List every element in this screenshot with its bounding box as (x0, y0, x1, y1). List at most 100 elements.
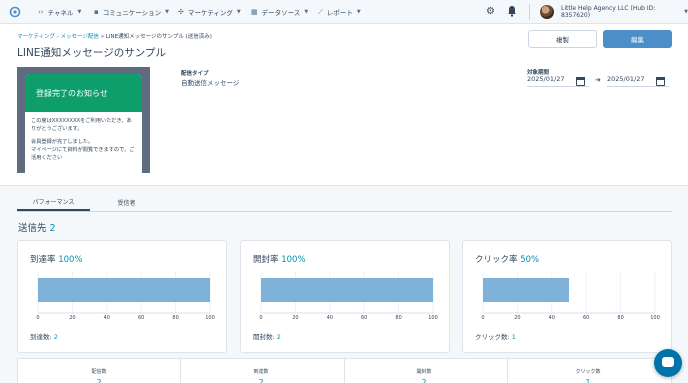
nav-item-label: レポート (326, 9, 353, 17)
chart-tick-label: 80 (395, 315, 401, 321)
metric-card-click: クリック率 50% 0 20 40 60 80 100 クリック数: 1 (462, 240, 672, 353)
avatar[interactable] (540, 5, 554, 19)
chevron-down-icon: ▼ (356, 9, 361, 15)
breadcrumb: マーケティング - メッセージ配信 » LINE通知メッセージのサンプル (送信… (17, 34, 212, 40)
card-footer: 到達数: 2 (30, 331, 58, 341)
stat-divider (344, 358, 345, 383)
delivery-type-value: 自動送信メッセージ (181, 79, 240, 87)
chart-bar (483, 278, 569, 302)
stat-label: 到達数 (253, 369, 269, 375)
click-rate-chart: 0 20 40 60 80 100 (481, 271, 660, 321)
card-foot-value: 2 (276, 333, 281, 341)
chat-icon: ▪ (94, 8, 99, 16)
card-foot-label: 開封数: (253, 333, 275, 341)
nav-item-label: チャネル (47, 9, 74, 17)
chevron-down-icon: ▼ (684, 9, 688, 15)
calendar-icon[interactable] (656, 77, 665, 86)
top-nav: ‹› チャネル ▼ ▪ コミュニケーション ▼ ✣ マーケティング ▼ ▦ デー… (0, 0, 688, 24)
tab-divider (17, 211, 672, 212)
stat-value: 2 (421, 378, 427, 383)
chevron-down-icon: ▼ (304, 9, 309, 15)
chart-tick-label: 20 (69, 315, 75, 321)
gear-icon[interactable]: ⚙ (486, 6, 495, 17)
nav-item-channel[interactable]: ‹› チャネル ▼ (38, 0, 81, 24)
chat-launcher-button[interactable] (654, 349, 682, 377)
chart-tick-label: 0 (259, 315, 262, 321)
breadcrumb-link-marketing[interactable]: マーケティング (17, 34, 55, 40)
megaphone-icon: ✣ (178, 8, 184, 16)
delivery-rate-chart: 0 20 40 60 80 100 (36, 271, 215, 321)
report-icon: ⟋ (318, 7, 323, 16)
preview-text: この度はXXXXXXXXをご利用いただき、ありがとうございます。 (31, 118, 132, 132)
bell-icon[interactable] (507, 5, 517, 17)
chart-tick-label: 40 (549, 315, 555, 321)
open-rate-chart: 0 20 40 60 80 100 (259, 271, 438, 321)
chart-tick-label: 100 (428, 315, 438, 321)
chart-tick-label: 80 (617, 315, 623, 321)
stat-label: 配信数 (91, 369, 107, 375)
chart-tick-label: 40 (104, 315, 110, 321)
stat-divider (180, 358, 181, 383)
breadcrumb-link-message[interactable]: メッセージ配信 (61, 34, 99, 40)
sent-count: 2 (49, 223, 56, 234)
copy-button[interactable]: 複製 (528, 30, 597, 48)
stat-divider (507, 358, 508, 383)
account-menu[interactable]: Little Help Agency LLC (Hub ID: 8357620)… (561, 0, 688, 24)
nav-item-report[interactable]: ⟋ レポート ▼ (318, 0, 361, 24)
stat-label: 開封数 (416, 369, 432, 375)
card-foot-value: 2 (53, 333, 58, 341)
breadcrumb-current: LINE通知メッセージのサンプル (送信済み) (105, 34, 212, 40)
stat-value: 1 (585, 378, 591, 383)
delivery-type-label: 配信タイプ (181, 71, 209, 77)
chart-tick-label: 60 (138, 315, 144, 321)
chart-tick-label: 20 (292, 315, 298, 321)
page-title: LINE通知メッセージのサンプル (17, 47, 166, 59)
chart-tick-label: 80 (172, 315, 178, 321)
preview-header: 登録完了のお知らせ (25, 74, 142, 112)
chevron-down-icon: ▼ (77, 9, 82, 15)
sent-label: 送信先 (18, 223, 47, 234)
preview-body: この度はXXXXXXXXをご利用いただき、ありがとうございます。 会員登録が完了… (25, 112, 142, 167)
nav-item-label: コミュニケーション (102, 9, 162, 17)
arrow-right-icon: ➔ (595, 76, 601, 84)
chart-tick-label: 100 (205, 315, 215, 321)
chart-tick-label: 100 (650, 315, 660, 321)
stat-value: 2 (96, 378, 102, 383)
tab-recipients[interactable]: 受信者 (90, 193, 163, 211)
nav-divider (529, 4, 530, 20)
preview-text: マイページにて資料が閲覧できますので、ご活用ください (31, 147, 135, 161)
chart-bar (38, 278, 210, 302)
message-preview: 登録完了のお知らせ この度はXXXXXXXXをご利用いただき、ありがとうございま… (17, 67, 150, 173)
stat-value: 2 (258, 378, 264, 383)
sent-count-heading: 送信先 2 (18, 220, 56, 234)
chart-tick-label: 60 (583, 315, 589, 321)
nav-item-datasource[interactable]: ▦ データソース ▼ (251, 0, 308, 24)
chart-tick-label: 40 (327, 315, 333, 321)
chevron-down-icon: ▼ (236, 9, 241, 15)
broadcast-icon: ‹› (38, 8, 44, 16)
card-foot-value: 1 (511, 333, 516, 341)
tab-performance[interactable]: パフォーマンス (17, 193, 90, 211)
card-footer: クリック数: 1 (475, 331, 516, 341)
metric-card-open: 開封率 100% 0 20 40 60 80 100 開封数: 2 (240, 240, 450, 353)
chart-tick-label: 20 (514, 315, 520, 321)
start-date-value: 2025/01/27 (527, 75, 565, 83)
chart-bar (261, 278, 433, 302)
card-foot-label: 到達数: (30, 333, 52, 341)
database-icon: ▦ (251, 8, 258, 16)
preview-card: 登録完了のお知らせ この度はXXXXXXXXをご利用いただき、ありがとうございま… (25, 74, 142, 173)
calendar-icon[interactable] (576, 77, 585, 86)
metric-card-delivery: 到達率 100% 0 20 40 60 80 100 到達数: 2 (17, 240, 227, 353)
chevron-down-icon: ▼ (165, 9, 169, 15)
card-footer: 開封数: 2 (253, 331, 281, 341)
edit-button[interactable]: 編集 (603, 30, 672, 48)
chart-tick-label: 0 (36, 315, 39, 321)
account-name: Little Help Agency LLC (Hub ID: 8357620) (561, 5, 656, 19)
nav-item-marketing[interactable]: ✣ マーケティング ▼ (178, 0, 241, 24)
chart-tick-label: 60 (361, 315, 367, 321)
stat-label: クリック数 (575, 369, 601, 375)
app-logo-icon[interactable] (9, 6, 21, 18)
end-date-value: 2025/01/27 (607, 75, 645, 83)
nav-item-communication[interactable]: ▪ コミュニケーション ▼ (94, 0, 169, 24)
chart-tick-label: 0 (481, 315, 484, 321)
